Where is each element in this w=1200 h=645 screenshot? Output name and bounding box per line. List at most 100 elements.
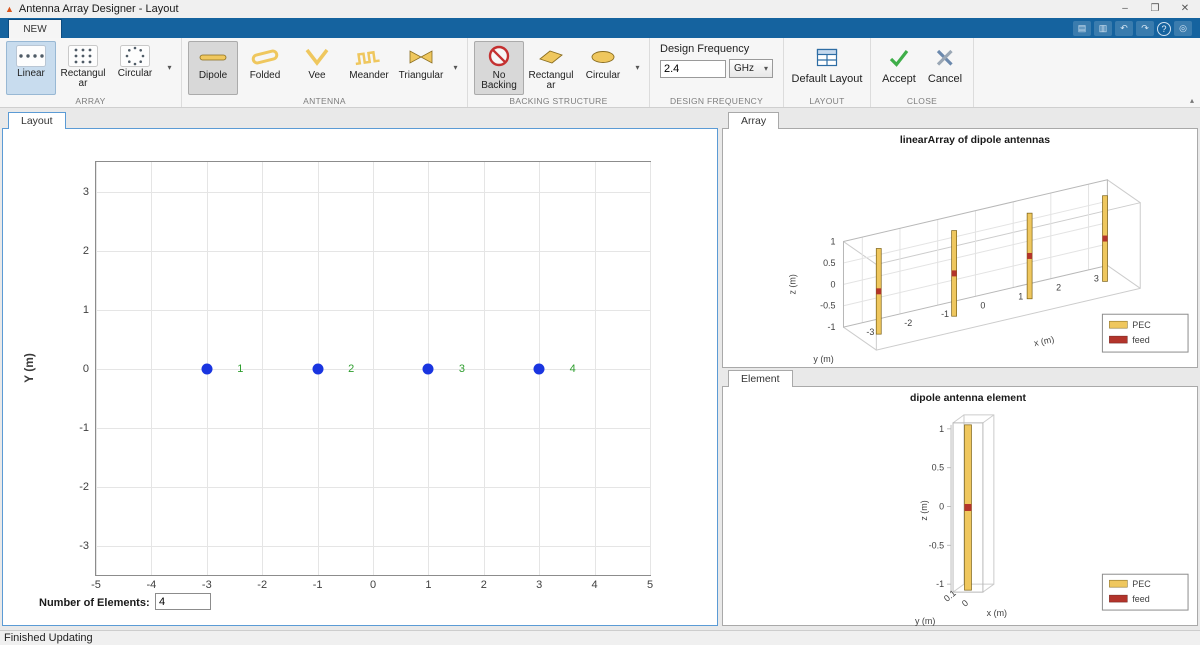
tab-array[interactable]: Array xyxy=(728,112,779,129)
y-tick-label: 2 xyxy=(83,245,89,257)
array-circular-button[interactable]: Circular xyxy=(110,41,160,95)
backing-rectangular-button[interactable]: Rectangular xyxy=(526,41,576,95)
antenna-folded-label: Folded xyxy=(241,71,289,81)
circular-backing-icon xyxy=(588,45,618,69)
svg-text:0: 0 xyxy=(960,598,970,609)
array-legend: PEC feed xyxy=(1102,314,1188,352)
tab-layout[interactable]: Layout xyxy=(8,112,66,129)
vee-icon xyxy=(300,45,334,69)
dipole-antennas xyxy=(876,196,1107,334)
cancel-button[interactable]: Cancel xyxy=(922,41,968,85)
rectangular-backing-icon xyxy=(536,45,566,69)
svg-text:-0.5: -0.5 xyxy=(820,301,835,311)
array-layout-plot[interactable]: -5-4-3-2-10123453210-1-2-31234 xyxy=(95,161,651,576)
minimize-button[interactable]: – xyxy=(1110,0,1140,18)
number-of-elements-label: Number of Elements: xyxy=(39,597,150,609)
antenna-folded-button[interactable]: Folded xyxy=(240,41,290,95)
antenna-gallery-dropdown-icon[interactable]: ▾ xyxy=(449,41,462,94)
copy-icon[interactable]: ▥ xyxy=(1094,21,1112,36)
matlab-app-icon: ▲ xyxy=(5,5,14,14)
element-plot-box xyxy=(953,415,994,592)
antenna-meander-label: Meander xyxy=(345,71,393,81)
y-tick-label: 3 xyxy=(83,186,89,198)
collapse-ribbon-icon[interactable]: ▴ xyxy=(1190,96,1194,105)
layout-panel-body: Y (m) -5-4-3-2-10123453210-1-2-31234 Num… xyxy=(2,128,718,626)
array-element-marker[interactable] xyxy=(312,363,323,374)
x-tick-label: -5 xyxy=(91,579,101,591)
antenna-triangular-button[interactable]: Triangular xyxy=(396,41,446,95)
array-element-marker[interactable] xyxy=(423,363,434,374)
element-panel-body: dipole antenna element 1 0.5 0 - xyxy=(722,386,1198,626)
element-legend-feed-label: feed xyxy=(1132,594,1149,604)
design-frequency-input[interactable] xyxy=(660,60,726,78)
array-z-ticks: 1 0.5 0 -0.5 -1 xyxy=(820,237,835,333)
x-tick-label: 1 xyxy=(425,579,431,591)
array-linear-button[interactable]: Linear xyxy=(6,41,56,95)
svg-text:3: 3 xyxy=(1094,273,1099,283)
element-number-label: 4 xyxy=(570,363,576,375)
array-y-axis-label: y (m) xyxy=(813,354,833,364)
y-gridline xyxy=(96,192,650,193)
help-icon[interactable]: ? xyxy=(1157,22,1171,36)
array-panel-body: linearArray of dipole antennas xyxy=(722,128,1198,368)
accept-check-icon xyxy=(887,46,911,70)
element-legend-pec-label: PEC xyxy=(1132,579,1151,589)
backing-gallery-dropdown-icon[interactable]: ▾ xyxy=(631,41,644,94)
layout-section-label: LAYOUT xyxy=(784,96,870,106)
frequency-unit-dropdown[interactable]: GHz ▾ xyxy=(729,59,773,78)
frequency-section-label: DESIGN FREQUENCY xyxy=(650,96,783,106)
x-tick-label: -4 xyxy=(147,579,157,591)
maximize-button[interactable]: ❐ xyxy=(1140,0,1170,18)
legend-pec-label: PEC xyxy=(1132,320,1151,330)
element-z-axis-label: z (m) xyxy=(919,500,929,520)
status-bar: Finished Updating xyxy=(0,630,1200,645)
svg-text:-0.5: -0.5 xyxy=(929,540,944,550)
svg-text:1: 1 xyxy=(939,424,944,434)
array-x-axis-label: x (m) xyxy=(1033,334,1055,348)
accept-button[interactable]: Accept xyxy=(876,41,922,85)
x-tick-label: 0 xyxy=(370,579,376,591)
element-z-ticks: 1 0.5 0 -0.5 -1 xyxy=(929,424,944,589)
element-plot-title: dipole antenna element xyxy=(910,393,1027,404)
y-tick-label: -3 xyxy=(79,540,89,552)
close-button[interactable]: ✕ xyxy=(1170,0,1200,18)
antenna-meander-button[interactable]: Meander xyxy=(344,41,394,95)
section-backing: No Backing Rectangular Circular ▾ BACKIN… xyxy=(468,38,650,107)
x-tick-label: 4 xyxy=(592,579,598,591)
svg-text:0: 0 xyxy=(980,300,985,310)
element-3d-plot[interactable]: dipole antenna element 1 0.5 0 - xyxy=(723,387,1199,626)
y-tick-label: 0 xyxy=(83,363,89,375)
svg-text:-2: -2 xyxy=(904,318,912,328)
undo-icon[interactable]: ↶ xyxy=(1115,21,1133,36)
number-of-elements-input[interactable] xyxy=(155,593,211,610)
array-rectangular-button[interactable]: Rectangular xyxy=(58,41,108,95)
meander-icon xyxy=(352,45,386,69)
tab-element[interactable]: Element xyxy=(728,370,793,387)
y-gridline xyxy=(96,251,650,252)
default-layout-button[interactable]: Default Layout xyxy=(789,41,865,85)
backing-none-button[interactable]: No Backing xyxy=(474,41,524,95)
backing-circular-button[interactable]: Circular xyxy=(578,41,628,95)
antenna-dipole-button[interactable]: Dipole xyxy=(188,41,238,95)
array-3d-plot[interactable]: linearArray of dipole antennas xyxy=(723,129,1199,368)
element-panel: Element dipole antenna element 1 xyxy=(722,370,1198,626)
tab-new[interactable]: NEW xyxy=(8,19,62,38)
array-gallery-dropdown-icon[interactable]: ▾ xyxy=(163,41,176,94)
array-element-marker[interactable] xyxy=(534,363,545,374)
save-icon[interactable]: ▤ xyxy=(1073,21,1091,36)
element-legend-pec-swatch xyxy=(1109,580,1127,587)
array-section-label: ARRAY xyxy=(0,96,181,106)
redo-icon[interactable]: ↷ xyxy=(1136,21,1154,36)
antenna-vee-button[interactable]: Vee xyxy=(292,41,342,95)
resources-icon[interactable]: ◎ xyxy=(1174,21,1192,36)
close-section-label: CLOSE xyxy=(871,96,973,106)
svg-text:0: 0 xyxy=(831,279,836,289)
svg-text:-1: -1 xyxy=(941,309,949,319)
ribbon: Linear Rectangular Ci xyxy=(0,38,1200,108)
array-element-marker[interactable] xyxy=(201,363,212,374)
element-number-label: 1 xyxy=(237,363,243,375)
rectangular-array-icon xyxy=(68,45,98,67)
y-gridline xyxy=(96,546,650,547)
array-z-axis-label: z (m) xyxy=(788,274,798,294)
dipole-feed-point xyxy=(964,504,971,511)
